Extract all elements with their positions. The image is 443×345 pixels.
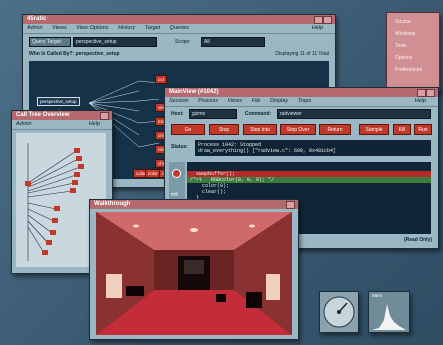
- scope-select[interactable]: All: [201, 37, 265, 47]
- call-tree-titlebar[interactable]: Call Tree Overview: [12, 111, 112, 120]
- room-scene: [96, 212, 292, 335]
- memory-monitor: Mem: [368, 291, 410, 333]
- menu-view-options[interactable]: View Options: [76, 25, 108, 31]
- menu-help[interactable]: Help: [89, 120, 100, 129]
- status-label: Status:: [171, 144, 188, 150]
- query-target-field[interactable]: perspective_setup: [73, 37, 157, 47]
- sample-button[interactable]: Sample: [359, 124, 389, 135]
- palette-item-3[interactable]: Options: [395, 55, 412, 61]
- stop-button[interactable]: Stop: [209, 124, 239, 135]
- menu-target[interactable]: Target: [145, 25, 160, 31]
- breakpoint-icon[interactable]: [172, 169, 181, 178]
- main-view-menubar: Session Process Views File Display Traps…: [165, 97, 438, 107]
- menu-file[interactable]: File: [252, 98, 261, 104]
- call-tree-menubar: Admin Help: [12, 120, 112, 130]
- go-button[interactable]: Go: [171, 124, 205, 135]
- palette-item-1[interactable]: Windows: [395, 31, 415, 37]
- kill-button[interactable]: Kill: [393, 124, 411, 135]
- walkthrough-titlebar[interactable]: Walkthrough: [90, 200, 298, 209]
- call-graph-menubar: Admin Views View Options History Target …: [23, 24, 335, 34]
- scope-label: Scope:: [175, 39, 191, 45]
- callee-node[interactable]: col: [155, 75, 167, 84]
- room-render-view[interactable]: [96, 212, 292, 335]
- call-graph-title: 45ratic: [27, 16, 47, 22]
- maximize-icon[interactable]: [426, 89, 435, 97]
- maximize-icon[interactable]: [323, 16, 332, 24]
- query-target-label: Query Target:: [29, 37, 71, 47]
- main-view-title: MainView (#1042): [169, 89, 219, 95]
- tool-palette: Source Windows Tools Options Preferences: [386, 12, 440, 92]
- minimize-icon[interactable]: [417, 89, 426, 97]
- main-view-titlebar[interactable]: MainView (#1042): [165, 88, 438, 97]
- menu-views[interactable]: Views: [52, 25, 67, 31]
- maximize-icon[interactable]: [286, 201, 295, 209]
- palette-item-0[interactable]: Source: [395, 19, 411, 25]
- palette-item-2[interactable]: Tools: [395, 43, 407, 49]
- host-field[interactable]: gizmo: [189, 109, 237, 119]
- menu-admin[interactable]: Admin: [16, 121, 32, 127]
- who-called-label: Who Is Called By?: perspective_setup: [29, 51, 120, 57]
- minimize-icon[interactable]: [314, 16, 323, 24]
- menu-queries[interactable]: Queries: [170, 25, 189, 31]
- histogram-icon: [372, 304, 406, 330]
- menu-history[interactable]: History: [118, 25, 135, 31]
- walkthrough-window: Walkthrough: [89, 199, 299, 340]
- host-label: Host:: [171, 111, 184, 117]
- maximize-icon[interactable]: [100, 112, 109, 120]
- menu-process[interactable]: Process: [198, 98, 218, 104]
- clock-gauge: [319, 291, 359, 333]
- current-line-arrow-icon: ⇨: [171, 189, 179, 199]
- read-only-label: (Read Only): [403, 237, 432, 243]
- root-function-node[interactable]: perspective_setup: [37, 97, 80, 106]
- menu-help[interactable]: Help: [312, 24, 323, 33]
- command-label: Command:: [245, 111, 272, 117]
- command-field[interactable]: radviewer: [277, 109, 431, 119]
- palette-item-4[interactable]: Preferences: [395, 67, 422, 73]
- menu-admin[interactable]: Admin: [27, 25, 43, 31]
- display-count: Displaying 11 of 11 Total: [275, 51, 329, 57]
- call-tree-title: Call Tree Overview: [16, 112, 70, 118]
- menu-help[interactable]: Help: [415, 97, 426, 106]
- menu-session[interactable]: Session: [169, 98, 189, 104]
- gauge-icon: [323, 296, 355, 328]
- menu-views[interactable]: Views: [228, 98, 243, 104]
- status-line-1: draw_everything() ["radview.c": 680, 0x4…: [198, 148, 337, 154]
- status-area: Process 1042: Stopped draw_everything() …: [195, 140, 431, 156]
- run-button[interactable]: Run: [414, 124, 432, 135]
- walkthrough-title: Walkthrough: [94, 201, 131, 207]
- step-over-button[interactable]: Step Over: [280, 124, 316, 135]
- call-graph-titlebar[interactable]: 45ratic: [23, 15, 335, 24]
- return-button[interactable]: Return: [319, 124, 351, 135]
- menu-display[interactable]: Display: [270, 98, 288, 104]
- step-into-button[interactable]: Step Into: [243, 124, 277, 135]
- menu-traps[interactable]: Traps: [298, 98, 312, 104]
